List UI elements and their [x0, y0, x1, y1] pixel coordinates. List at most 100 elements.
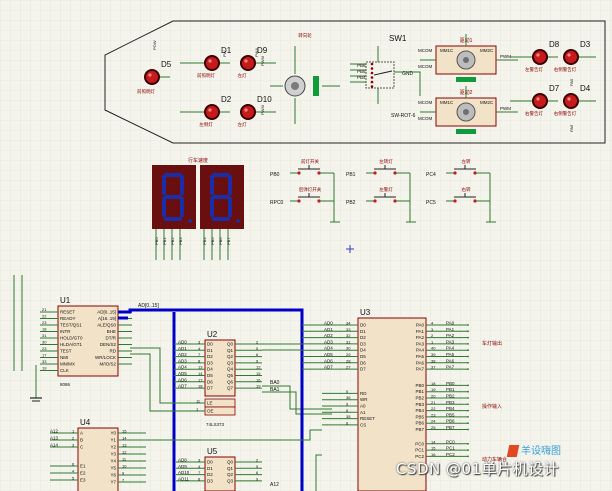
led-glint [208, 59, 212, 63]
pin-name: OE [207, 409, 214, 414]
pin-name: Y1 [110, 438, 116, 443]
chip-part: 8086 [60, 382, 71, 387]
pin-name: PB1 [415, 389, 424, 394]
pin-num: 12 [122, 450, 127, 455]
net-label: PA6 [446, 358, 455, 363]
pin-name: BHE [107, 329, 116, 334]
pin-label: PWM [260, 105, 265, 115]
net-label: PA3 [446, 339, 455, 344]
net-junction [467, 442, 469, 445]
pin-num: 28 [346, 358, 351, 363]
digit-segment [164, 173, 182, 177]
led-label: 右侧警告灯 [554, 66, 577, 73]
led-d1[interactable] [204, 55, 220, 71]
pin-num: 15 [122, 429, 127, 434]
switch-contact [370, 76, 374, 79]
led-lens [242, 106, 254, 118]
led-d10[interactable] [240, 104, 256, 120]
net-label: AD0 [178, 340, 187, 345]
pin-name: D2 [360, 335, 366, 340]
button-label: 左警灯 [379, 186, 393, 193]
pin-num: 23 [431, 412, 436, 417]
net-junction [467, 390, 469, 393]
net-junction [467, 449, 469, 451]
pin-num: 32 [346, 333, 351, 338]
pin-name: D4 [207, 367, 213, 372]
pin-name: Q7 [227, 386, 234, 391]
digit-dp [236, 219, 240, 223]
button-net: PB1 [346, 172, 356, 178]
pin-label: PW4 [254, 48, 259, 57]
digit-segment [162, 175, 166, 195]
pin-name: A [80, 431, 83, 436]
net-label: A12 [270, 482, 279, 488]
pin-name: PB7 [415, 427, 424, 432]
pin-name: PB0 [415, 383, 424, 388]
led-d2[interactable] [204, 104, 220, 120]
button-net: PC5 [426, 200, 436, 206]
led-d5[interactable] [144, 69, 160, 85]
pin-name: Q1 [227, 348, 234, 353]
net-label: PA1 [446, 327, 455, 332]
pin-label: PB5 [357, 69, 366, 74]
display-pin: PB6 [218, 237, 223, 245]
led-label: 左灯 [238, 72, 247, 79]
button-net: RPC0 [270, 200, 284, 206]
pin-name: A[16..19] [98, 316, 116, 321]
steering-motor-label: 转向轮 [298, 32, 312, 39]
net-junction [467, 422, 469, 425]
pin-num: 30 [346, 346, 351, 351]
button-label: 前灯开关 [301, 158, 319, 165]
pin-name: Q3 [227, 360, 234, 365]
driver-shaft [463, 109, 469, 115]
display-pin: PB2 [170, 237, 175, 245]
led-lens [565, 95, 577, 107]
led-d4[interactable] [563, 93, 579, 109]
led-d8[interactable] [532, 49, 548, 65]
led-lens [242, 57, 254, 69]
led-d7[interactable] [532, 93, 548, 109]
digit-segment [212, 173, 230, 177]
net-label: PB3 [446, 400, 455, 405]
pin-num: 37 [431, 365, 436, 370]
led-glint [244, 59, 248, 63]
pin-label: PB4 [357, 75, 366, 80]
pin-num: 10 [122, 464, 127, 469]
digit-segment [210, 175, 214, 195]
pin-name: A1 [360, 410, 366, 415]
led-ref: D7 [549, 84, 560, 93]
pin-num: 34 [346, 321, 351, 326]
pin-name: Y4 [110, 459, 116, 464]
pin-name: PB4 [415, 408, 424, 413]
driver-terminal [456, 77, 476, 82]
net-label: AD6 [324, 358, 333, 363]
schematic-canvas[interactable]: D5前照明灯D1前照明灯D9左灯D2左侧灯D10左灯D8左警告灯D3右侧警告灯D… [0, 0, 612, 491]
pin-num: 23 [42, 346, 47, 351]
net-label: PB2 [446, 394, 455, 399]
net-label: PB4 [446, 406, 455, 411]
button-contact [297, 171, 301, 175]
digit-segment [228, 175, 232, 195]
pin-name: E3 [80, 478, 86, 483]
digit-segment [180, 175, 184, 195]
led-lens [206, 106, 218, 118]
driver-pin: MCOM [418, 100, 432, 105]
pin-name: Q0 [227, 342, 234, 347]
net-junction [467, 330, 469, 333]
pin-name: HOLD/GT0 [60, 336, 83, 341]
led-d3[interactable] [563, 49, 579, 65]
net-junction [467, 349, 469, 352]
pin-num: 23 [42, 320, 47, 325]
pin-num: 19 [256, 384, 261, 389]
net-label: AD2 [178, 352, 187, 357]
steering-motor[interactable] [284, 75, 319, 97]
pin-name: Y6 [110, 473, 116, 478]
driver-shaft [463, 57, 469, 63]
pin-name: D3 [360, 341, 366, 346]
pin-name: AD[0..15] [97, 310, 116, 315]
led-ref: D2 [221, 95, 232, 104]
pin-num: 31 [346, 339, 351, 344]
led-glint [208, 108, 212, 112]
pin-name: PB2 [415, 396, 424, 401]
button-label: 后弹灯开关 [299, 186, 322, 193]
